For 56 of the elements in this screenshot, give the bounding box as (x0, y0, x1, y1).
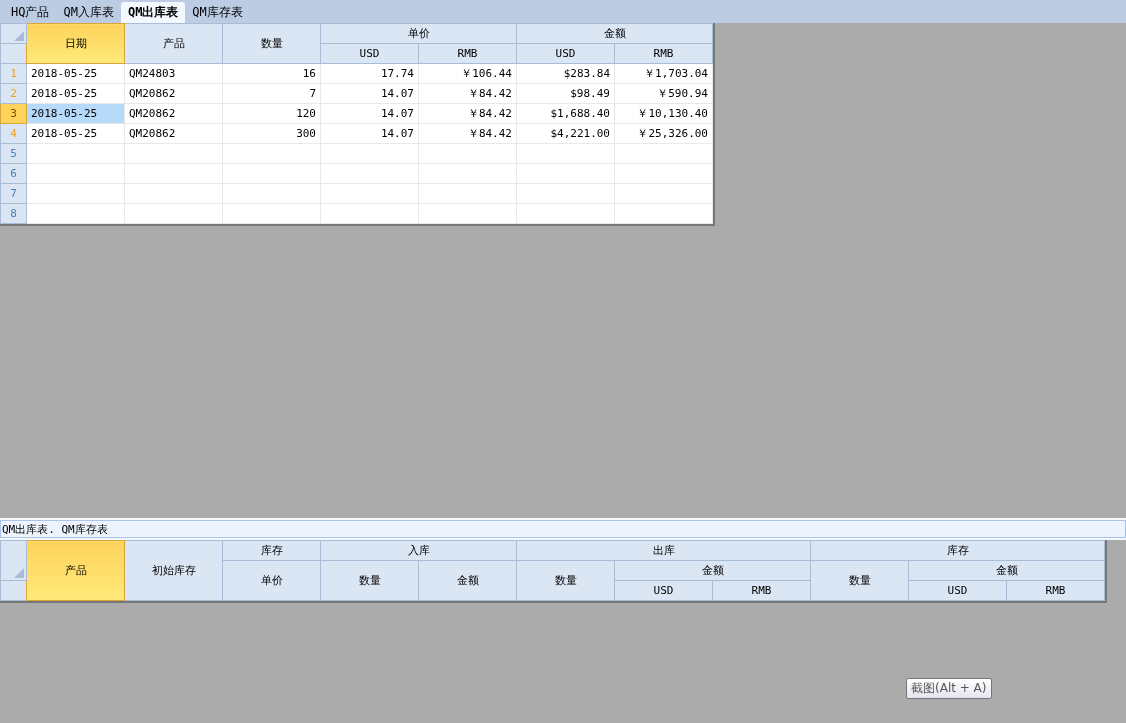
column-header[interactable]: 库存 (222, 540, 321, 561)
column-header[interactable]: 数量 (516, 560, 615, 601)
table-cell: QM24803 (124, 63, 223, 84)
table-cell: $1,688.40 (516, 103, 615, 124)
row-header-background (0, 43, 27, 64)
column-header[interactable]: 入库 (320, 540, 517, 561)
table-cell: ￥1,703.04 (614, 63, 713, 84)
select-all-corner[interactable] (0, 540, 27, 581)
table-cell: ￥84.42 (418, 103, 517, 124)
table-cell: ￥25,326.00 (614, 123, 713, 144)
triangle-icon (14, 31, 24, 41)
table-cell: ￥84.42 (418, 83, 517, 104)
table-cell: ￥10,130.40 (614, 103, 713, 124)
table-cell: 2018-05-25 (26, 123, 125, 144)
column-header[interactable]: 产品 (124, 23, 223, 64)
table-cell: 14.07 (320, 103, 419, 124)
sheet-tab[interactable]: QM出库表 (120, 2, 186, 23)
table-cell: ￥106.44 (418, 63, 517, 84)
column-header[interactable]: 数量 (222, 23, 321, 64)
table-cell: ￥84.42 (418, 123, 517, 144)
column-header[interactable]: 日期 (26, 23, 125, 64)
triangle-icon (14, 568, 24, 578)
formula-field[interactable]: QM出库表. QM库存表 (0, 520, 1126, 538)
column-header[interactable]: 金额 (418, 560, 517, 601)
tooltip: 截图(Alt + A) (906, 678, 992, 699)
column-header[interactable]: 单价 (222, 560, 321, 601)
table-cell: $4,221.00 (516, 123, 615, 144)
column-header[interactable]: 出库 (516, 540, 811, 561)
row-header-background (0, 580, 27, 601)
table-cell: ￥590.94 (614, 83, 713, 104)
table-cell: 2018-05-25 (26, 83, 125, 104)
table-cell: QM20862 (124, 103, 223, 124)
column-header[interactable]: 单价 (320, 23, 517, 44)
table-cell: 17.74 (320, 63, 419, 84)
table-cell: $98.49 (516, 83, 615, 104)
table-cell: 2018-05-25 (26, 63, 125, 84)
table-cell: 300 (222, 123, 321, 144)
table-cell: $283.84 (516, 63, 615, 84)
table-cell: QM20862 (124, 83, 223, 104)
table-cell: QM20862 (124, 123, 223, 144)
sheet-tab[interactable]: HQ产品 (4, 2, 57, 23)
table-cell: 16 (222, 63, 321, 84)
column-header[interactable]: 数量 (810, 560, 909, 601)
table-cell: 7 (222, 83, 321, 104)
column-header[interactable]: 初始库存 (124, 540, 223, 601)
table-cell: 120 (222, 103, 321, 124)
column-header[interactable]: 数量 (320, 560, 419, 601)
select-all-corner[interactable] (0, 23, 27, 44)
table-cell: 14.07 (320, 83, 419, 104)
table-cell: 14.07 (320, 123, 419, 144)
sheet-tab[interactable]: QM库存表 (185, 2, 250, 23)
column-header[interactable]: 金额 (516, 23, 713, 44)
row-number[interactable]: 3 (0, 103, 27, 124)
column-header[interactable]: 库存 (810, 540, 1105, 561)
column-header[interactable]: 产品 (26, 540, 125, 601)
sheet-tab[interactable]: QM入库表 (56, 2, 121, 23)
